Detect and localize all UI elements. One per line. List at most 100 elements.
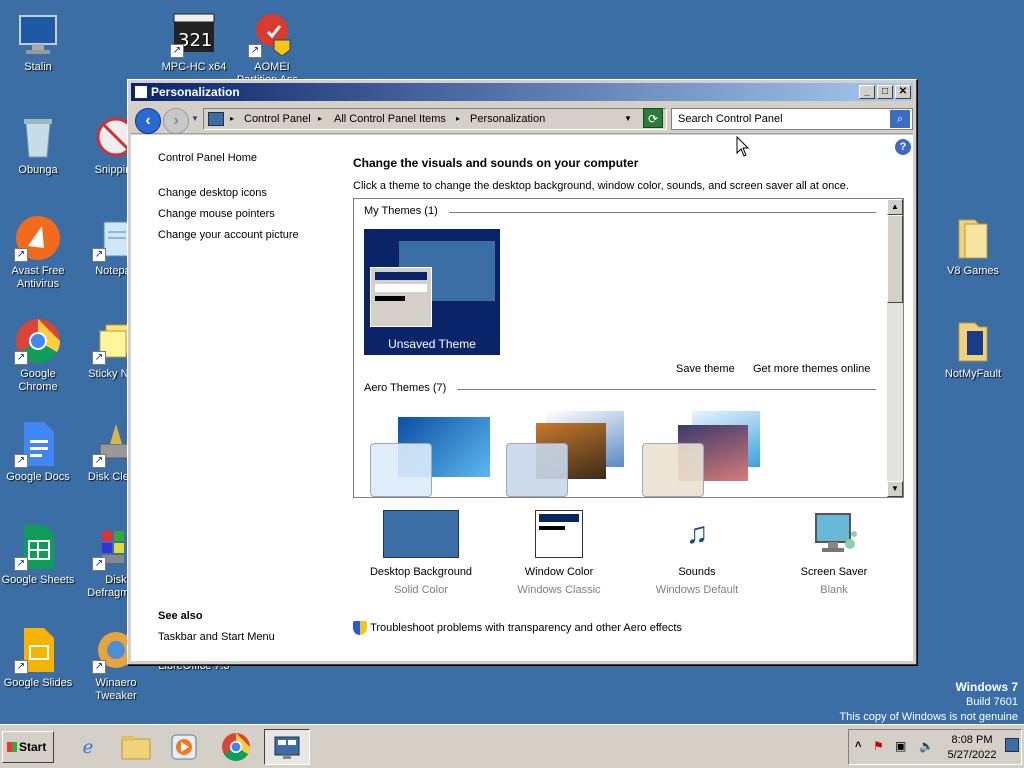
- breadcrumb-control-panel[interactable]: Control Panel: [244, 109, 311, 129]
- clock-time: 8:08 PM: [951, 734, 993, 746]
- save-theme-link[interactable]: Save theme: [676, 363, 735, 375]
- desktop-icon-mpc-hc[interactable]: 321 ↗ MPC-HC x64: [156, 10, 232, 74]
- shortcut-arrow-icon: ↗: [14, 351, 28, 365]
- content-pane: Control Panel Home Change desktop icons …: [131, 135, 913, 661]
- chrome-icon: ↗: [14, 317, 62, 365]
- chrome-icon: [222, 733, 250, 761]
- change-account-picture-link[interactable]: Change your account picture: [158, 229, 299, 241]
- show-desktop-button[interactable]: [1005, 738, 1019, 752]
- breadcrumb-personalization[interactable]: Personalization: [470, 109, 545, 129]
- forward-button[interactable]: ›: [163, 108, 189, 134]
- desktop-icon-stalin[interactable]: Stalin: [0, 10, 76, 74]
- window-color-option[interactable]: Window Color Windows Classic: [494, 510, 624, 596]
- address-dropdown-icon[interactable]: ▼: [624, 109, 632, 129]
- unsaved-theme-tile[interactable]: Unsaved Theme: [364, 229, 500, 355]
- internet-explorer-icon: ℯ: [82, 737, 94, 757]
- change-desktop-icons-link[interactable]: Change desktop icons: [158, 187, 267, 199]
- maximize-button[interactable]: □: [877, 85, 893, 99]
- desktop-icon-label: MPC-HC x64: [161, 61, 227, 73]
- theme-list-scrollbar[interactable]: ▲ ▼: [887, 199, 903, 497]
- scroll-thumb[interactable]: [887, 215, 903, 303]
- search-input[interactable]: Search Control Panel ⌕: [671, 108, 913, 130]
- desktop-icon-chrome[interactable]: ↗ Google Chrome: [0, 317, 76, 394]
- get-more-themes-link[interactable]: Get more themes online: [753, 363, 870, 375]
- desktop-icon-google-sheets[interactable]: ↗ Google Sheets: [0, 523, 76, 587]
- aero-theme-windows7[interactable]: [370, 415, 492, 497]
- personalization-icon: [274, 736, 300, 759]
- refresh-icon: ⟳: [647, 112, 659, 126]
- window-color-icon: [535, 510, 583, 558]
- forward-arrow-icon: ›: [173, 112, 179, 129]
- watermark-genuine: This copy of Windows is not genuine: [839, 711, 1018, 723]
- shortcut-arrow-icon: ↗: [170, 44, 184, 58]
- sounds-option[interactable]: ♫ Sounds Windows Default: [632, 510, 762, 596]
- desktop-icon-v8-games[interactable]: V8 Games: [935, 214, 1011, 278]
- personalization-window[interactable]: Personalization _ □ ✕ ‹ › ▼ ▸ Control Pa…: [127, 79, 917, 665]
- back-button[interactable]: ‹: [135, 108, 161, 134]
- breadcrumb-all-items[interactable]: All Control Panel Items: [334, 109, 446, 129]
- system-tray: ˄ ⚑ ▣ 🔈 8:08 PM 5/27/2022: [848, 729, 1022, 765]
- taskbar-chrome-button[interactable]: [218, 729, 254, 765]
- window-color-label: Window Color: [524, 566, 594, 578]
- troubleshoot-link[interactable]: Troubleshoot problems with transparency …: [370, 622, 682, 634]
- shortcut-arrow-icon: ↗: [92, 248, 106, 262]
- watermark-edition: Windows 7: [955, 680, 1018, 694]
- change-mouse-pointers-link[interactable]: Change mouse pointers: [158, 208, 275, 220]
- aero-theme-architecture[interactable]: [506, 411, 628, 497]
- scroll-up-icon[interactable]: ▲: [887, 199, 903, 215]
- title-bar[interactable]: Personalization _ □ ✕: [131, 83, 913, 101]
- desktop-icon-avast[interactable]: ↗ Avast Free Antivirus: [0, 214, 76, 291]
- address-bar[interactable]: ▸ Control Panel ▸ All Control Panel Item…: [203, 108, 667, 130]
- taskbar-personalization-button[interactable]: [264, 729, 310, 765]
- mpc-hc-icon: 321 ↗: [170, 10, 218, 58]
- show-hidden-icons-icon[interactable]: ˄: [855, 739, 861, 751]
- search-placeholder: Search Control Panel: [678, 113, 783, 125]
- refresh-button[interactable]: ⟳: [643, 108, 663, 128]
- action-center-icon[interactable]: ⚑: [873, 739, 884, 753]
- taskbar-start-menu-link[interactable]: Taskbar and Start Menu: [158, 631, 275, 643]
- clock[interactable]: 8:08 PM 5/27/2022: [947, 733, 997, 763]
- desktop-icon-notmyfault[interactable]: NotMyFault: [935, 317, 1011, 381]
- theme-list[interactable]: My Themes (1) Unsaved Theme Save theme G…: [353, 198, 904, 498]
- window-color-value: Windows Classic: [517, 584, 601, 596]
- troubleshoot-link-row[interactable]: Troubleshoot problems with transparency …: [353, 621, 682, 635]
- screen-saver-option[interactable]: Screen Saver Blank: [769, 510, 899, 596]
- page-heading: Change the visuals and sounds on your co…: [353, 156, 639, 170]
- taskbar-explorer-button[interactable]: [118, 729, 154, 765]
- scroll-down-icon[interactable]: ▼: [887, 481, 903, 497]
- shortcut-arrow-icon: ↗: [92, 660, 106, 674]
- watermark-build: Build 7601: [966, 696, 1018, 708]
- page-subheading: Click a theme to change the desktop back…: [353, 180, 849, 192]
- help-icon[interactable]: ?: [895, 139, 911, 155]
- start-button[interactable]: Start: [2, 731, 54, 763]
- divider: [449, 212, 876, 213]
- aero-theme-characters[interactable]: [642, 411, 764, 497]
- desktop-background-value: Solid Color: [394, 584, 448, 596]
- volume-icon[interactable]: 🔈: [919, 739, 934, 753]
- desktop-icon-label: V8 Games: [947, 265, 999, 277]
- desktop-icon-aomei[interactable]: ↗ AOMEI Partition Ass...: [234, 10, 310, 87]
- computer-icon: [14, 10, 62, 58]
- shortcut-arrow-icon: ↗: [14, 660, 28, 674]
- desktop-icon-google-slides[interactable]: ↗ Google Slides: [0, 626, 76, 690]
- desktop-icon-google-docs[interactable]: ↗ Google Docs: [0, 420, 76, 484]
- google-docs-icon: ↗: [14, 420, 62, 468]
- desktop-background-option[interactable]: Desktop Background Solid Color: [356, 510, 486, 596]
- network-icon[interactable]: ▣: [895, 739, 906, 753]
- recent-pages-dropdown-icon[interactable]: ▼: [191, 114, 199, 123]
- windows-logo-icon: [7, 742, 17, 752]
- desktop-icon-label: Google Docs: [6, 471, 70, 483]
- navigation-bar: ‹ › ▼ ▸ Control Panel ▸ All Control Pane…: [131, 104, 913, 134]
- desktop-background-icon: [383, 510, 459, 558]
- desktop-background-label: Desktop Background: [369, 566, 473, 578]
- taskbar-media-player-button[interactable]: [166, 729, 202, 765]
- file-explorer-icon: [121, 736, 151, 760]
- desktop-icon-label: Stalin: [24, 61, 52, 73]
- control-panel-home-link[interactable]: Control Panel Home: [158, 152, 257, 164]
- taskbar-ie-button[interactable]: ℯ: [70, 729, 106, 765]
- search-icon[interactable]: ⌕: [890, 110, 910, 128]
- desktop-icon-obunga[interactable]: Obunga: [0, 113, 76, 177]
- minimize-button[interactable]: _: [859, 85, 875, 99]
- desktop-icon-label: Google Chrome: [18, 368, 58, 393]
- close-button[interactable]: ✕: [895, 85, 911, 99]
